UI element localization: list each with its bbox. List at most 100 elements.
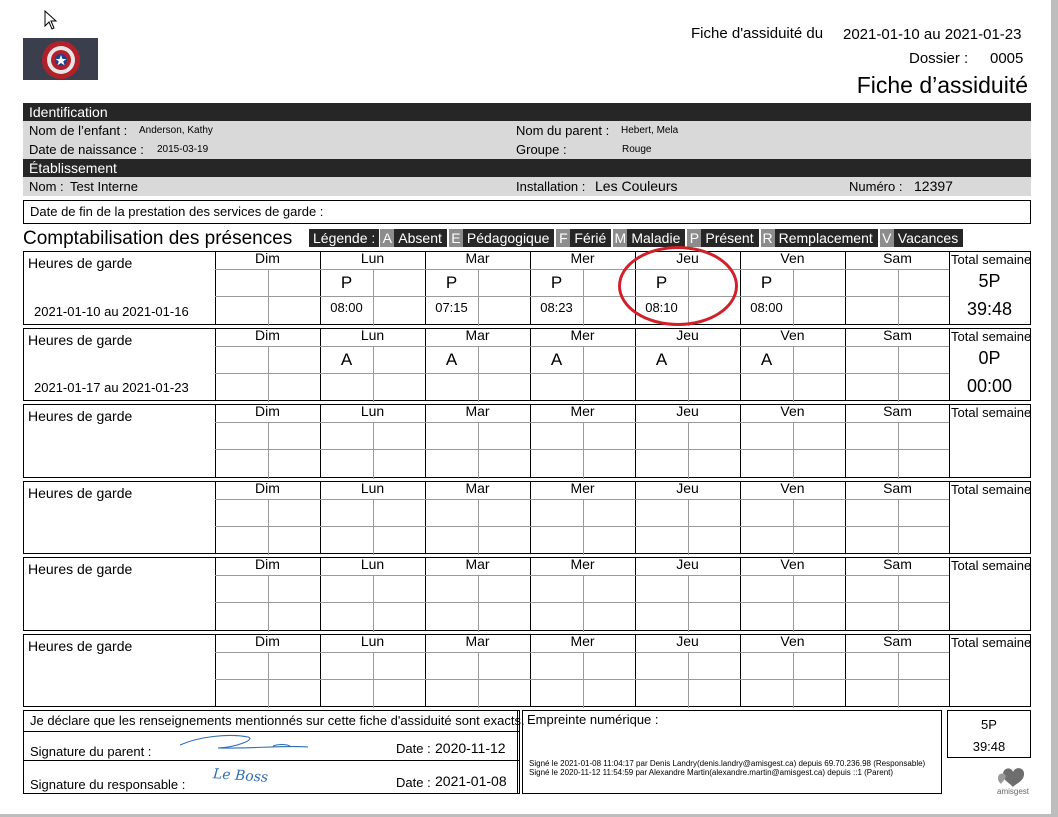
week-block: Heures de garde Dim Lun Mar Mer Jeu Ven Sam Tota… [23,556,1032,632]
day-name: Dim [255,327,280,343]
day-name: Ven [780,556,805,572]
total-label: Total semaine [951,405,1032,420]
day-name: Mer [570,250,595,266]
day-name: Lun [360,556,385,572]
legend-label: Légende : [309,229,380,247]
legend-code: F [556,229,571,247]
hours-label: Heures de garde [28,255,133,271]
day-mark: P [445,273,458,292]
hours-label: Heures de garde [28,332,133,348]
day-name: Ven [780,403,805,419]
day-name: Ven [780,250,805,266]
day-name: Ven [780,327,805,343]
period-value: 2021-01-10 au 2021-01-23 [843,26,1022,43]
day-mark: P [340,273,353,292]
day-name: Jeu [676,480,699,496]
day-time: 08:00 [750,300,783,315]
day-name: Mer [570,480,595,496]
week-block: Heures de garde 2021-01-10 au 2021-01-16 D… [23,250,1031,326]
total-presence: 0P [978,348,1001,368]
brand-name: amisgest [997,787,1030,796]
page-title: Fiche d’assiduité [856,72,1028,98]
parent-date: 2020-11-12 [435,740,506,756]
declaration-text: Je déclare que les renseignements mentio… [30,713,525,728]
day-mark: A [655,350,668,369]
hours-label: Heures de garde [28,408,133,424]
numero-value: 12397 [914,178,953,194]
total-label: Total semaine [951,329,1032,344]
etablissement-row: Nom : Test Interne Installation : Les Co… [23,177,1031,196]
legend-item-label: Remplacement [774,229,878,247]
day-name: Lun [360,327,385,343]
compta-title: Comptabilisation des présences [23,228,293,249]
day-name: Ven [780,633,805,649]
legend-code: M [613,229,628,247]
resp-date: 2021-01-08 [435,773,507,789]
day-name: Sam [883,403,912,419]
day-name: Lun [360,480,385,496]
grand-total-h: 39:48 [972,739,1006,754]
week-block: Heures de garde Dim Lun Mar Mer Jeu Ven Sam Tota… [23,480,1031,555]
day-name: Mar [465,403,490,419]
day-name: Mer [570,327,595,343]
parent-sig-label: Signature du parent : [30,744,152,759]
week-range: 2021-01-10 au 2021-01-16 [34,304,189,319]
dossier-label: Dossier : [909,50,969,67]
day-name: Sam [883,556,912,572]
day-name: Sam [883,327,912,343]
total-hours: 00:00 [966,376,1013,396]
day-name: Dim [255,250,280,266]
legend-code: P [687,229,702,247]
day-name: Dim [255,556,280,572]
install-label: Installation : [516,179,586,194]
resp-sig-label: Signature du responsable : [30,777,186,792]
total-hours: 39:48 [966,299,1013,319]
day-name: Sam [883,633,912,649]
parent-value: Hebert, Mela [621,125,679,136]
day-mark: P [760,273,773,292]
day-name: Mer [570,633,595,649]
day-name: Sam [883,480,912,496]
grand-total-box: 5P 39:48 [947,710,1031,758]
day-name: Lun [360,403,385,419]
empreinte-box: Empreinte numérique : Signé le 2021-01-0… [522,710,942,794]
resp-signature: Le Boss [212,766,269,786]
install-value: Les Couleurs [595,178,678,194]
legend: Légende : A Absent E Pédagogique F Férié MM… [309,229,964,247]
scrollbar-edge [1051,0,1058,817]
legend-code: V [879,229,894,247]
dossier-value: 0005 [990,50,1024,67]
group-label: Groupe : [516,142,567,157]
sign-log-line: Signé le 2021-01-08 11:04:17 par Denis L… [529,759,926,768]
day-name: Dim [255,633,280,649]
parent-label: Nom du parent : [516,123,610,138]
week-block: Heures de garde Dim Lun Mar Mer Jeu Ven Sam Tota… [23,633,1031,708]
hours-label: Heures de garde [28,638,133,654]
birth-value: 2015-03-19 [157,144,209,155]
legend-item-label: Vacances [893,229,964,247]
day-name: Jeu [676,327,699,343]
declaration-box: Je déclare que les renseignements mentio… [23,710,525,794]
etab-name-label: Nom : [29,179,64,194]
hours-label: Heures de garde [28,485,133,501]
total-presence: 5P [978,271,1001,291]
mouse-pointer-icon [44,10,58,30]
day-name: Lun [360,250,385,266]
day-name: Dim [255,403,280,419]
day-name: Mer [570,556,595,572]
parent-signature [179,734,309,749]
day-name: Sam [883,250,912,266]
identification-header: Identification [23,103,1031,121]
date-fin-field: Date de fin de la prestation des service… [23,200,1031,224]
legend-item-label: Absent [394,229,447,247]
day-name: Ven [780,480,805,496]
legend-code: A [380,229,395,247]
hours-label: Heures de garde [28,561,133,577]
identification-row-2: Date de naissance : 2015-03-19 Groupe : … [23,140,1031,159]
week-block: Heures de garde 2021-01-17 au 2021-01-23 D… [23,327,1032,402]
total-label: Total semaine [951,558,1032,573]
legend-item-label: Férié [570,229,612,247]
week-block: Heures de garde Dim Lun Mar Mer Jeu Ven Sam Tota… [23,403,1032,479]
legend-code: E [448,229,463,247]
child-value: Anderson, Kathy [139,125,213,136]
